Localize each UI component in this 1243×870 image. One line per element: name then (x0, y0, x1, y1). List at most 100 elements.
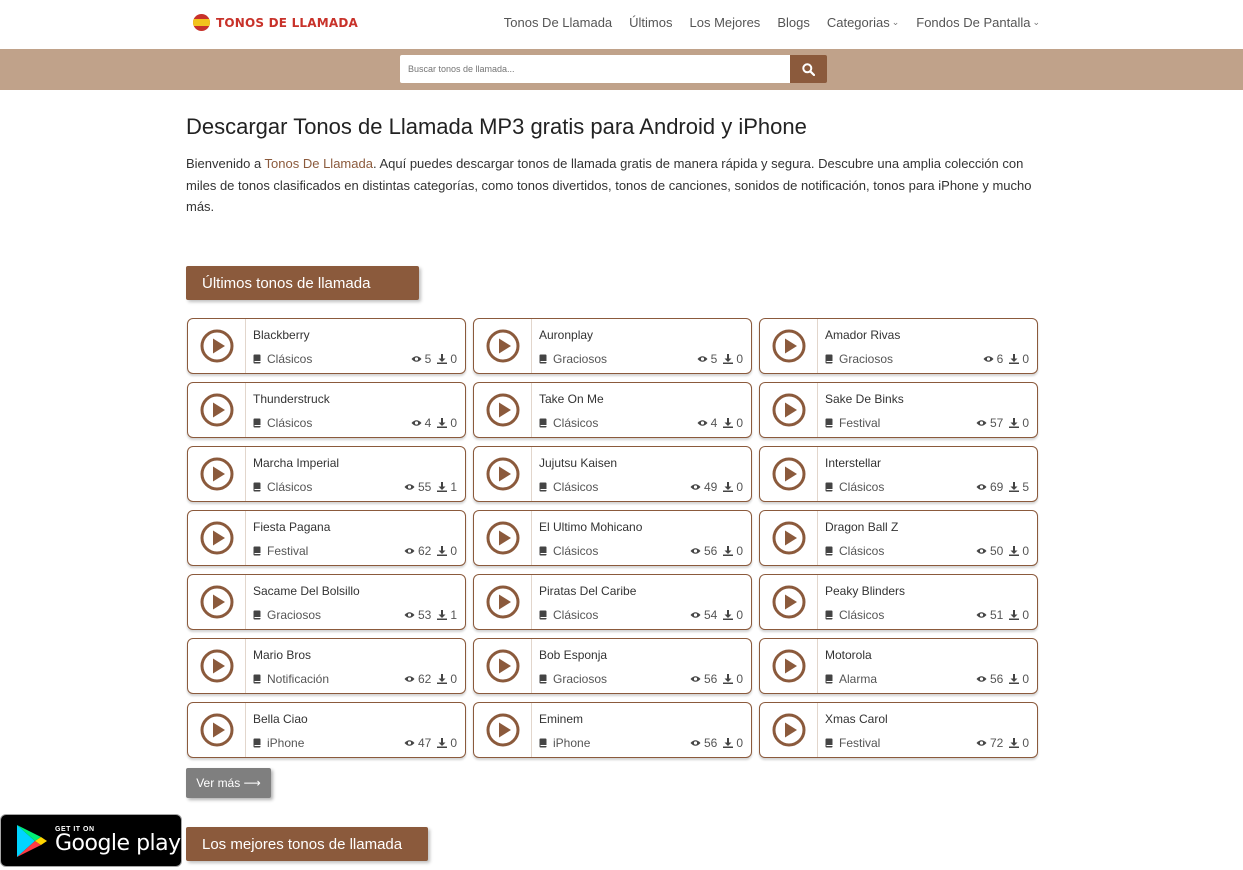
ringtone-card[interactable]: Sacame Del Bolsillo Graciosos 53 1 (187, 574, 466, 630)
ringtone-category[interactable]: Graciosos (539, 672, 690, 686)
nav-item-tonos[interactable]: Tonos De Llamada (504, 15, 612, 30)
ringtone-category[interactable]: Festival (825, 416, 976, 430)
nav-item-categorias[interactable]: Categorias ⌄ (827, 15, 899, 30)
ringtone-category[interactable]: Clásicos (539, 544, 690, 558)
play-button[interactable] (760, 319, 818, 373)
play-button[interactable] (474, 447, 532, 501)
ringtone-card[interactable]: Sake De Binks Festival 57 0 (759, 382, 1038, 438)
ringtone-title[interactable]: Sake De Binks (825, 392, 1029, 406)
ringtone-title[interactable]: Piratas Del Caribe (539, 584, 743, 598)
play-button[interactable] (760, 383, 818, 437)
ringtone-title[interactable]: Motorola (825, 648, 1029, 662)
ringtone-title[interactable]: Peaky Blinders (825, 584, 1029, 598)
ringtone-category[interactable]: iPhone (539, 736, 690, 750)
nav-item-fondos[interactable]: Fondos De Pantalla ⌄ (916, 15, 1040, 30)
ringtone-category[interactable]: Clásicos (539, 480, 690, 494)
ringtone-category[interactable]: Clásicos (539, 416, 697, 430)
play-button[interactable] (188, 639, 246, 693)
play-button[interactable] (760, 639, 818, 693)
ringtone-title[interactable]: Jujutsu Kaisen (539, 456, 743, 470)
play-button[interactable] (188, 383, 246, 437)
ringtone-title[interactable]: Interstellar (825, 456, 1029, 470)
ringtone-title[interactable]: Eminem (539, 712, 743, 726)
nav-item-ultimos[interactable]: Últimos (629, 15, 672, 30)
play-button[interactable] (188, 703, 246, 757)
play-button[interactable] (474, 511, 532, 565)
ringtone-card[interactable]: Thunderstruck Clásicos 4 0 (187, 382, 466, 438)
ringtone-card[interactable]: Dragon Ball Z Clásicos 50 0 (759, 510, 1038, 566)
ringtone-category[interactable]: iPhone (253, 736, 404, 750)
ringtone-category[interactable]: Clásicos (825, 608, 976, 622)
ringtone-card[interactable]: Jujutsu Kaisen Clásicos 49 0 (473, 446, 752, 502)
ringtone-card[interactable]: Fiesta Pagana Festival 62 0 (187, 510, 466, 566)
see-more-button[interactable]: Ver más ⟶ (186, 768, 271, 798)
search-input[interactable] (400, 55, 790, 83)
ringtone-title[interactable]: Sacame Del Bolsillo (253, 584, 457, 598)
ringtone-category[interactable]: Notificación (253, 672, 404, 686)
latest-section-heading[interactable]: Últimos tonos de llamada (186, 266, 419, 300)
ringtone-title[interactable]: Fiesta Pagana (253, 520, 457, 534)
ringtone-card[interactable]: Peaky Blinders Clásicos 51 0 (759, 574, 1038, 630)
play-button[interactable] (760, 447, 818, 501)
play-button[interactable] (760, 703, 818, 757)
ringtone-title[interactable]: El Ultimo Mohicano (539, 520, 743, 534)
google-play-badge[interactable]: GET IT ON Google play (0, 814, 182, 867)
ringtone-card[interactable]: Marcha Imperial Clásicos 55 1 (187, 446, 466, 502)
ringtone-category[interactable]: Graciosos (253, 608, 404, 622)
ringtone-title[interactable]: Take On Me (539, 392, 743, 406)
site-logo[interactable]: TONOS DE LLAMADA (193, 14, 358, 31)
ringtone-category[interactable]: Festival (825, 736, 976, 750)
views-count: 50 (976, 544, 1003, 558)
ringtone-category[interactable]: Clásicos (253, 416, 411, 430)
play-button[interactable] (760, 575, 818, 629)
ringtone-category[interactable]: Clásicos (825, 480, 976, 494)
ringtone-category[interactable]: Festival (253, 544, 404, 558)
ringtone-card[interactable]: Motorola Alarma 56 0 (759, 638, 1038, 694)
ringtone-card[interactable]: Bob Esponja Graciosos 56 0 (473, 638, 752, 694)
ringtone-card[interactable]: Eminem iPhone 56 0 (473, 702, 752, 758)
ringtone-card[interactable]: Xmas Carol Festival 72 0 (759, 702, 1038, 758)
ringtone-card[interactable]: Bella Ciao iPhone 47 0 (187, 702, 466, 758)
ringtone-card[interactable]: El Ultimo Mohicano Clásicos 56 0 (473, 510, 752, 566)
ringtone-title[interactable]: Amador Rivas (825, 328, 1029, 342)
ringtone-category[interactable]: Graciosos (825, 352, 983, 366)
ringtone-title[interactable]: Auronplay (539, 328, 743, 342)
play-button[interactable] (474, 639, 532, 693)
ringtone-category[interactable]: Graciosos (539, 352, 697, 366)
play-button[interactable] (188, 575, 246, 629)
ringtone-title[interactable]: Xmas Carol (825, 712, 1029, 726)
ringtone-title[interactable]: Mario Bros (253, 648, 457, 662)
ringtone-category[interactable]: Alarma (825, 672, 976, 686)
best-section-heading[interactable]: Los mejores tonos de llamada (186, 827, 428, 861)
play-button[interactable] (188, 511, 246, 565)
ringtone-category[interactable]: Clásicos (539, 608, 690, 622)
play-button[interactable] (474, 575, 532, 629)
ringtone-title[interactable]: Marcha Imperial (253, 456, 457, 470)
ringtone-card[interactable]: Take On Me Clásicos 4 0 (473, 382, 752, 438)
ringtone-card[interactable]: Interstellar Clásicos 69 5 (759, 446, 1038, 502)
play-button[interactable] (474, 319, 532, 373)
ringtone-title[interactable]: Blackberry (253, 328, 457, 342)
ringtone-card[interactable]: Mario Bros Notificación 62 0 (187, 638, 466, 694)
intro-link[interactable]: Tonos De Llamada (265, 156, 373, 171)
ringtone-card[interactable]: Blackberry Clásicos 5 0 (187, 318, 466, 374)
ringtone-card[interactable]: Auronplay Graciosos 5 0 (473, 318, 752, 374)
play-button[interactable] (760, 511, 818, 565)
play-button[interactable] (188, 447, 246, 501)
nav-item-blogs[interactable]: Blogs (777, 15, 810, 30)
ringtone-category[interactable]: Clásicos (825, 544, 976, 558)
play-button[interactable] (474, 383, 532, 437)
search-button[interactable] (790, 55, 827, 83)
ringtone-title[interactable]: Bob Esponja (539, 648, 743, 662)
ringtone-category[interactable]: Clásicos (253, 352, 411, 366)
ringtone-title[interactable]: Bella Ciao (253, 712, 457, 726)
play-button[interactable] (474, 703, 532, 757)
book-icon (539, 418, 547, 428)
ringtone-card[interactable]: Amador Rivas Graciosos 6 0 (759, 318, 1038, 374)
nav-item-mejores[interactable]: Los Mejores (690, 15, 761, 30)
ringtone-title[interactable]: Thunderstruck (253, 392, 457, 406)
ringtone-title[interactable]: Dragon Ball Z (825, 520, 1029, 534)
play-button[interactable] (188, 319, 246, 373)
ringtone-card[interactable]: Piratas Del Caribe Clásicos 54 0 (473, 574, 752, 630)
ringtone-category[interactable]: Clásicos (253, 480, 404, 494)
